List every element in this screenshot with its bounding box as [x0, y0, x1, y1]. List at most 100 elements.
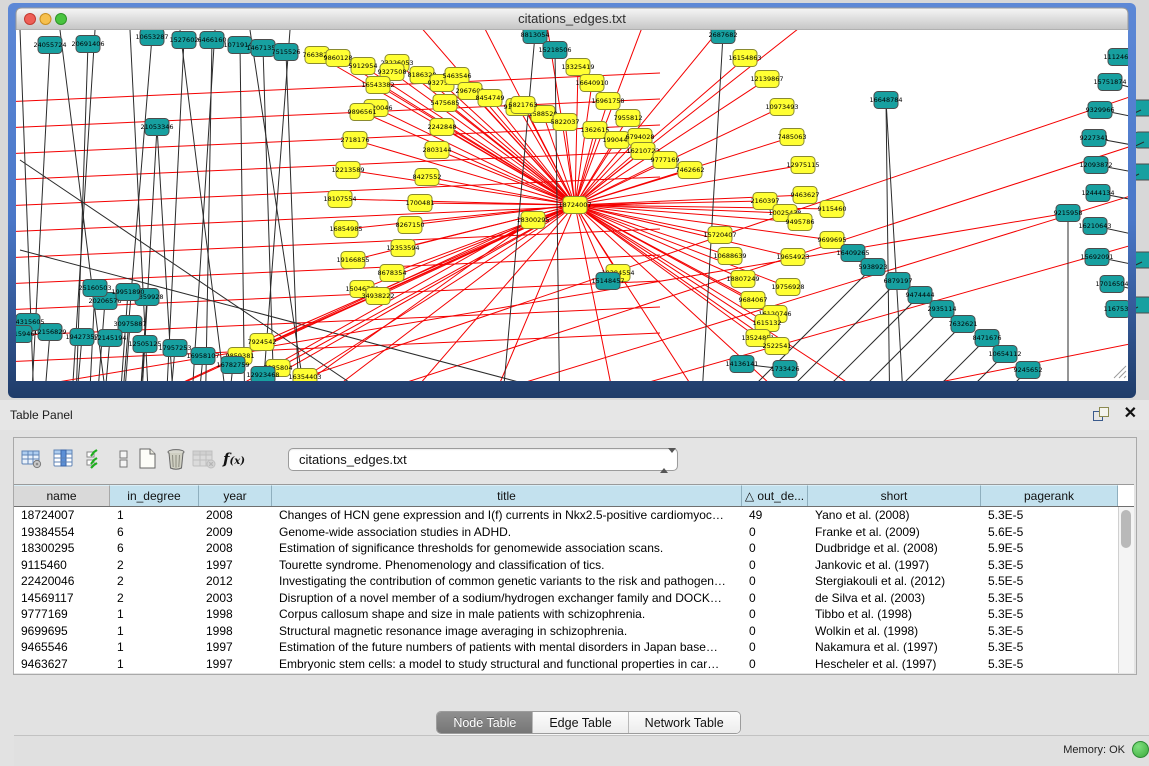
vertical-scrollbar[interactable]	[1118, 507, 1134, 673]
graph-node-label: 9245652	[1014, 366, 1043, 374]
column-header-short[interactable]: short	[808, 485, 981, 506]
table-cell: 9463627	[14, 656, 110, 673]
tab-network-table[interactable]: Network Table	[629, 712, 740, 733]
new-table-icon[interactable]	[136, 446, 160, 472]
traffic-close-button[interactable]	[25, 14, 36, 25]
column-header-out_de[interactable]: △ out_de...	[742, 485, 808, 506]
graph-node-label: 2522541	[763, 342, 792, 350]
graph-node-label: 19654923	[776, 253, 809, 261]
table-row[interactable]: 1830029562008Estimation of significance …	[14, 540, 1119, 557]
graph-node-label: 12353594	[386, 244, 419, 252]
graph-node-label: 1615132	[753, 319, 782, 327]
traffic-zoom-button[interactable]	[56, 14, 67, 25]
graph-node-label: 8454749	[476, 94, 505, 102]
memory-status-label: Memory: OK	[1063, 744, 1125, 756]
select-all-columns-icon[interactable]	[84, 446, 108, 472]
graph-node-label: 17016504	[1095, 280, 1128, 288]
node-table: namein_degreeyeartitle△ out_de...shortpa…	[14, 484, 1134, 673]
table-mode-settings-icon[interactable]	[20, 446, 44, 472]
graph-node-label: 24055724	[33, 41, 66, 49]
graph-node-label: 2935114	[928, 305, 957, 313]
table-cell: Stergiakouli et al. (2012)	[808, 573, 981, 590]
table-cell: Jankovic et al. (1997)	[808, 557, 981, 574]
graph-node-label: 1733426	[771, 365, 800, 373]
graph-node-label: 16854985	[329, 225, 362, 233]
column-header-year[interactable]: year	[199, 485, 272, 506]
table-row[interactable]: 977716911998Corpus callosum shape and si…	[14, 606, 1119, 623]
column-header-pagerank[interactable]: pagerank	[981, 485, 1118, 506]
table-cell: 1	[110, 606, 199, 623]
table-row[interactable]: 946554611997Estimation of the future num…	[14, 639, 1119, 656]
column-header-in_degree[interactable]: in_degree	[110, 485, 199, 506]
table-cell: 2003	[199, 590, 272, 607]
traffic-minimize-button[interactable]	[40, 14, 51, 25]
unselect-columns-icon[interactable]	[112, 446, 136, 472]
table-cell: 0	[742, 606, 808, 623]
table-cell: Genome-wide association studies in ADHD.	[272, 524, 742, 541]
table-row[interactable]: 946362711997Embryonic stem cells: a mode…	[14, 656, 1119, 673]
graph-node-label: 2803144	[423, 146, 452, 154]
graph-node-label: 1700481	[406, 199, 435, 207]
show-columns-icon[interactable]	[52, 446, 76, 472]
graph-node-label: 9699695	[818, 236, 847, 244]
table-cell: Structural magnetic resonance image aver…	[272, 623, 742, 640]
function-builder-icon[interactable]: f(x)	[222, 446, 246, 472]
table-rows: 1872400712008Changes of HCN gene express…	[14, 507, 1119, 673]
table-cell: Tibbo et al. (1998)	[808, 606, 981, 623]
table-row[interactable]: 969969511998Structural magnetic resonanc…	[14, 623, 1119, 640]
table-cell: de Silva et al. (2003)	[808, 590, 981, 607]
table-cell: 1	[110, 639, 199, 656]
table-row[interactable]: 2242004622012Investigating the contribut…	[14, 573, 1119, 590]
scrollbar-thumb[interactable]	[1121, 510, 1131, 548]
table-cell: 19384554	[14, 524, 110, 541]
graph-node-label: 16210643	[1078, 222, 1111, 230]
graph-node-label: 5821763	[509, 101, 538, 109]
float-panel-icon[interactable]	[1093, 407, 1109, 421]
table-cell: Estimation of the future numbers of pati…	[272, 639, 742, 656]
table-cell: 5.9E-5	[981, 540, 1118, 557]
graph-node-label: 13325419	[561, 63, 594, 71]
graph-node-label: 16958107	[186, 352, 219, 360]
graph-node-label: 1527602	[170, 36, 199, 44]
table-cell: 22420046	[14, 573, 110, 590]
status-bar: Memory: OK	[14, 735, 1149, 766]
table-cell: 0	[742, 524, 808, 541]
table-cell: 1	[110, 507, 199, 524]
graph-node-label: 12975115	[786, 161, 819, 169]
column-header-title[interactable]: title	[272, 485, 742, 506]
network-canvas[interactable]: citations_edges.txt187240071830029519384…	[0, 0, 1149, 400]
table-cell: Nakamura et al. (1997)	[808, 639, 981, 656]
table-row[interactable]: 1872400712008Changes of HCN gene express…	[14, 507, 1119, 524]
table-cell: 2012	[199, 573, 272, 590]
close-panel-icon[interactable]: ✕	[1124, 404, 1137, 424]
table-cell: 0	[742, 623, 808, 640]
table-row[interactable]: 1456911722003Disruption of a novel membe…	[14, 590, 1119, 607]
tab-edge-table[interactable]: Edge Table	[533, 712, 628, 733]
table-row[interactable]: 911546021997Tourette syndrome. Phenomeno…	[14, 557, 1119, 574]
graph-node-label: 34938222	[361, 292, 394, 300]
delete-columns-icon[interactable]	[164, 446, 188, 472]
column-header-name[interactable]: name	[14, 485, 110, 506]
table-cell: 2	[110, 557, 199, 574]
graph-node-label: 19756928	[771, 283, 804, 291]
table-cell: 5.3E-5	[981, 656, 1118, 673]
table-cell: 5.6E-5	[981, 524, 1118, 541]
table-cell: 5.3E-5	[981, 606, 1118, 623]
table-cell: 5.3E-5	[981, 623, 1118, 640]
graph-node-label: 12093872	[1079, 161, 1112, 169]
graph-node-label: 2687682	[709, 31, 738, 39]
table-cell: Wolkin et al. (1998)	[808, 623, 981, 640]
tab-node-table[interactable]: Node Table	[437, 712, 533, 733]
graph-node-label: 9463627	[791, 191, 820, 199]
graph-node-label: 16961758	[591, 97, 624, 105]
memory-status-indicator[interactable]	[1132, 741, 1149, 758]
graph-node-label: 12139867	[750, 75, 783, 83]
table-cell: Corpus callosum shape and size in male p…	[272, 606, 742, 623]
graph-node-label: 7632621	[949, 320, 978, 328]
table-selector-dropdown[interactable]: citations_edges.txt	[288, 448, 678, 471]
graph-node-label: 10688639	[713, 252, 746, 260]
table-cell: 1997	[199, 639, 272, 656]
table-row[interactable]: 1938455462009Genome-wide association stu…	[14, 524, 1119, 541]
graph-node-label: 5822037	[551, 118, 580, 126]
graph-node-label: 25160503	[78, 284, 111, 292]
